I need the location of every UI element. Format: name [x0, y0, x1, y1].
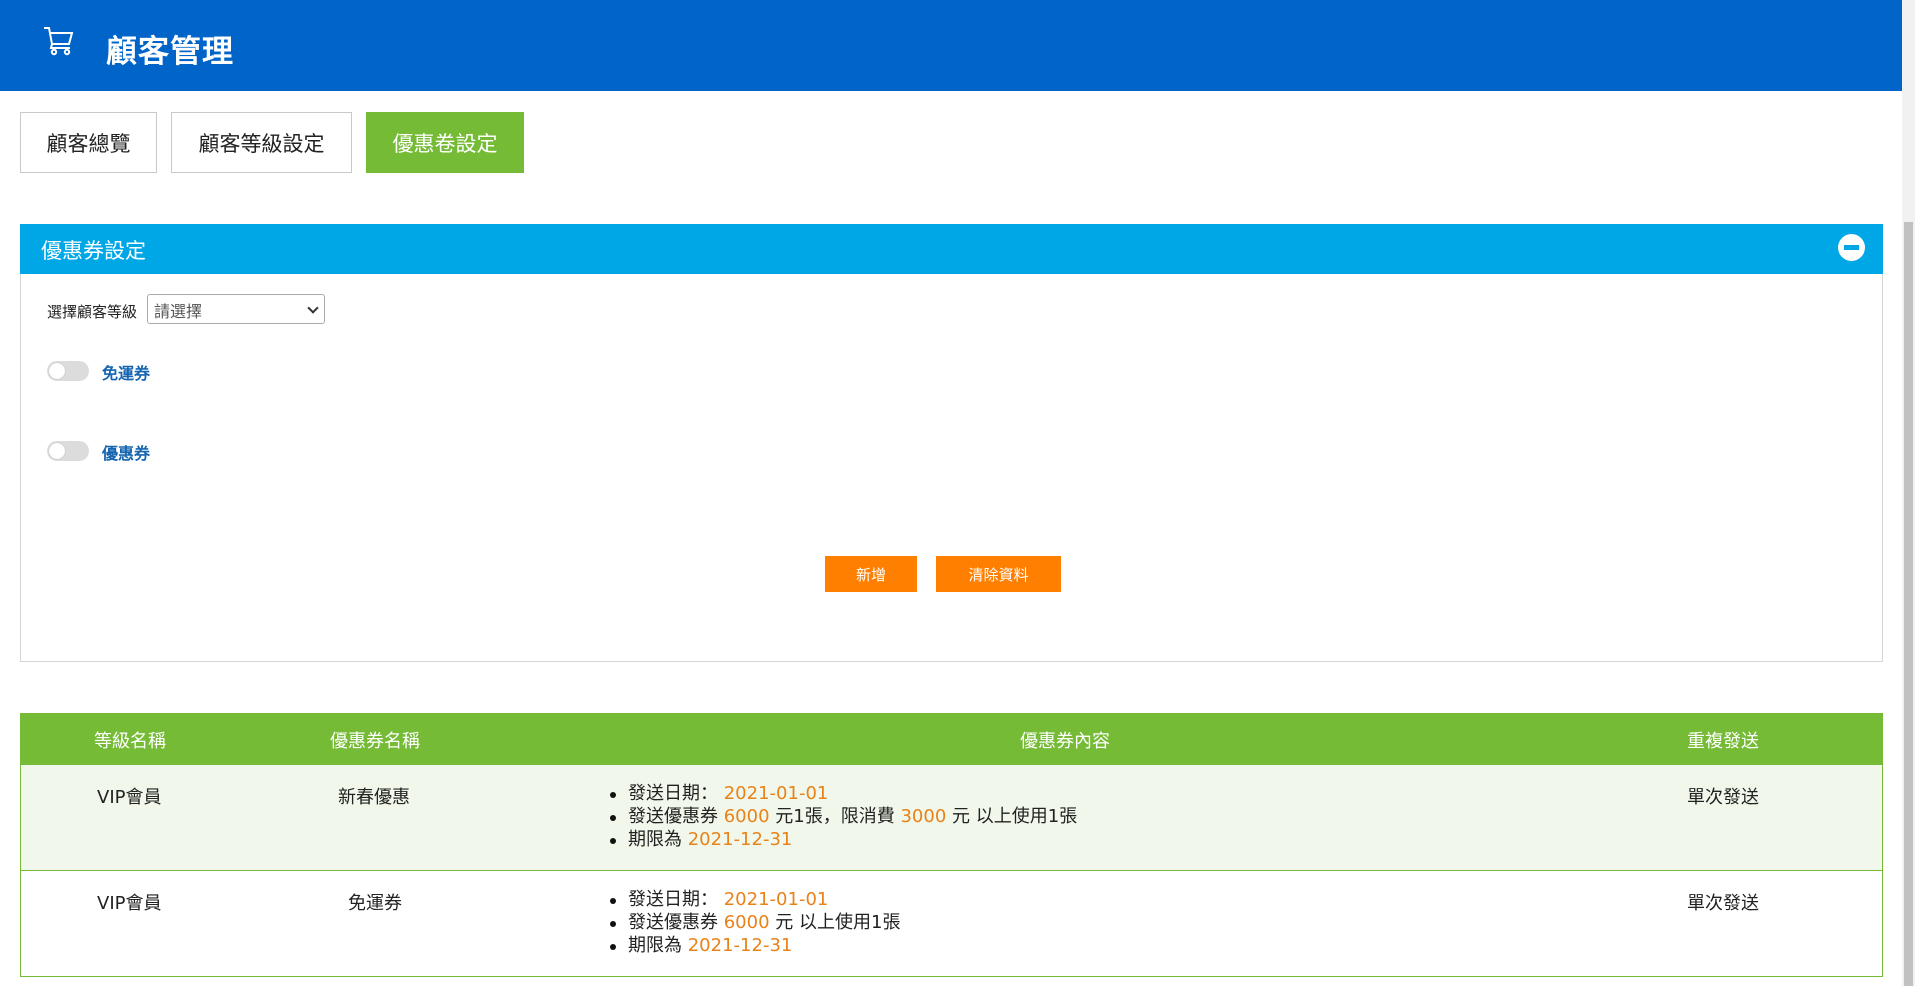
customer-level-label: 選擇顧客等級 — [47, 303, 138, 321]
cell-coupon-content: 發送日期： 2021-01-01 發送優惠券 6000 元1張，限消費 3000… — [606, 782, 1077, 851]
minus-circle-icon[interactable] — [1838, 234, 1865, 261]
table-row: VIP會員 新春優惠 發送日期： 2021-01-01 發送優惠券 6000 元… — [21, 765, 1882, 871]
cell-level-name: VIP會員 — [97, 787, 162, 808]
table-row: VIP會員 免運券 發送日期： 2021-01-01 發送優惠券 6000 元 … — [21, 871, 1882, 976]
customer-level-select-value: 請選擇 — [154, 302, 203, 321]
cell-repeat-send: 單次發送 — [1687, 893, 1759, 914]
column-header-repeat-send: 重複發送 — [1687, 731, 1759, 752]
list-item: 發送日期： 2021-01-01 — [606, 782, 1077, 805]
panel-title: 優惠券設定 — [41, 239, 146, 263]
scrollbar-thumb[interactable] — [1904, 222, 1913, 986]
coupon-toggle-label: 優惠券 — [102, 444, 151, 463]
list-item: 發送日期： 2021-01-01 — [606, 888, 900, 911]
list-item: 期限為 2021-12-31 — [606, 828, 1077, 851]
tab-customer-overview[interactable]: 顧客總覽 — [20, 112, 157, 173]
column-header-coupon-content: 優惠券內容 — [1020, 731, 1110, 752]
tab-customer-level-settings[interactable]: 顧客等級設定 — [171, 112, 352, 173]
coupon-settings-panel: 優惠券設定 選擇顧客等級 請選擇 免運券 優惠券 新增 清除資料 — [20, 224, 1883, 662]
column-header-level-name: 等級名稱 — [94, 731, 166, 752]
vertical-scrollbar[interactable] — [1902, 0, 1915, 986]
chevron-down-icon — [307, 302, 319, 314]
cell-level-name: VIP會員 — [97, 893, 162, 914]
app-title: 顧客管理 — [106, 34, 234, 70]
coupon-table: 等級名稱 優惠券名稱 優惠券內容 重複發送 VIP會員 新春優惠 發送日期： 2… — [20, 713, 1883, 977]
add-button[interactable]: 新增 — [825, 556, 917, 592]
coupon-toggle[interactable] — [47, 441, 89, 461]
clear-data-button[interactable]: 清除資料 — [936, 556, 1061, 592]
list-item: 發送優惠券 6000 元 以上使用1張 — [606, 911, 900, 934]
free-shipping-toggle-label: 免運券 — [102, 364, 151, 383]
customer-level-select[interactable]: 請選擇 — [147, 294, 325, 324]
cell-coupon-name: 免運券 — [348, 893, 402, 914]
free-shipping-toggle[interactable] — [47, 361, 89, 381]
column-header-coupon-name: 優惠券名稱 — [330, 731, 420, 752]
panel-header: 優惠券設定 — [20, 224, 1883, 274]
list-item: 期限為 2021-12-31 — [606, 934, 900, 957]
top-header-bar: 顧客管理 — [0, 0, 1902, 91]
cell-coupon-name: 新春優惠 — [338, 787, 410, 808]
cart-icon — [44, 27, 74, 56]
table-header: 等級名稱 優惠券名稱 優惠券內容 重複發送 — [20, 713, 1883, 765]
list-item: 發送優惠券 6000 元1張，限消費 3000 元 以上使用1張 — [606, 805, 1077, 828]
tab-coupon-settings[interactable]: 優惠卷設定 — [366, 112, 524, 173]
cell-coupon-content: 發送日期： 2021-01-01 發送優惠券 6000 元 以上使用1張 期限為… — [606, 888, 900, 957]
cell-repeat-send: 單次發送 — [1687, 787, 1759, 808]
